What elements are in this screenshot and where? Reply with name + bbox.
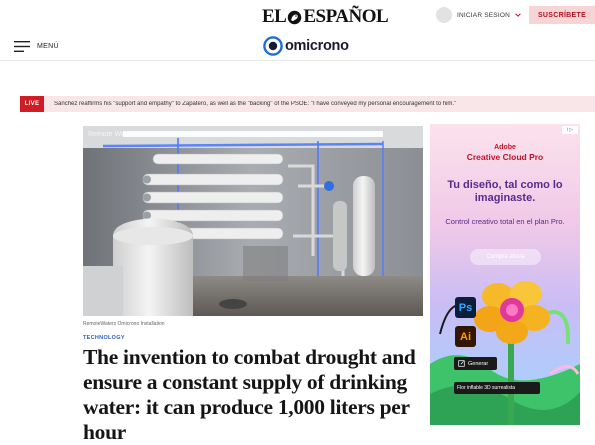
advertisement[interactable]: i ▷ Adobe Creative Cloud Pro Tu diseño, … [430,124,580,425]
hamburger-menu-icon [14,40,30,52]
photo-watermark: Remote Waters [88,131,137,138]
category-tag[interactable]: TECHNOLOGY [83,335,125,341]
water-plant-photo [83,126,423,316]
ad-subtext: Control creativo total en el plan Pro. [445,217,565,226]
ad-buy-button[interactable]: Compra ahora [470,249,541,265]
sparkle-icon [458,360,465,367]
el-espanol-logo[interactable]: EL ESPAÑOL [262,6,389,28]
menu-button[interactable]: MENÚ [14,39,59,53]
omicrono-mark-icon [263,36,283,56]
login-label: INICIAR SESION [457,11,511,19]
ad-prompt-chip: Flor inflable 3D surrealista [454,382,540,394]
illustrator-icon: Ai [455,326,476,347]
user-avatar-icon [436,7,452,23]
live-ticker[interactable]: LIVE Sánchez reaffirms his "support and … [20,96,595,112]
ad-generate-chip: Generar [454,357,497,370]
brand-right-text: ESPAÑOL [303,6,389,27]
photoshop-icon: Ps [455,297,476,318]
article-headline[interactable]: The invention to combat drought and ensu… [83,345,423,445]
section-nav: MENÚ omicrono [0,31,595,61]
ad-choices-icon[interactable]: i ▷ [562,126,578,134]
lion-emblem-icon [288,10,302,24]
live-badge: LIVE [20,96,44,112]
ad-brand-line2: Creative Cloud Pro [466,152,544,162]
article-photo[interactable]: Remote Waters [83,126,423,316]
omicrono-logo[interactable]: omicrono [263,36,349,56]
ticker-headline[interactable]: Sánchez reaffirms his "support and empat… [44,101,456,107]
ad-generate-label: Generar [468,360,489,367]
ad-brand-line1: Adobe [494,144,516,151]
photo-caption: RemoteWaters Omicrono Installation [83,321,165,327]
login-button[interactable]: INICIAR SESION [436,7,522,23]
section-name: omicrono [285,38,349,54]
subscribe-button[interactable]: SUSCRÍBETE [529,6,595,24]
ad-headline: Tu diseño, tal como lo imaginaste. [447,179,563,204]
chevron-down-icon [515,13,521,17]
inflatable-flower-illustration [430,281,580,425]
menu-label: MENÚ [37,42,59,50]
brand-left-text: EL [262,6,287,27]
masthead: EL ESPAÑOL INICIAR SESION SUSCRÍBETE [0,0,595,30]
